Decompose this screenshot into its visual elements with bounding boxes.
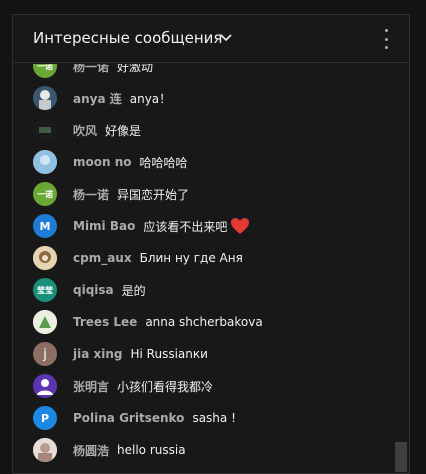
- message-text: 异国恋开始了: [117, 187, 190, 202]
- message-text: 小孩们看得我都冷: [117, 379, 214, 394]
- author-name[interactable]: 杨一诺: [73, 186, 109, 203]
- author-name[interactable]: moon no: [73, 155, 132, 169]
- author-name[interactable]: Trees Lee: [73, 315, 137, 329]
- avatar[interactable]: P: [33, 406, 57, 430]
- chat-header: Интересные сообщения: [13, 15, 409, 63]
- message-text: Блин ну где Аня: [139, 251, 243, 265]
- chat-message: Trees Lee anna shcherbakova: [33, 306, 391, 338]
- chat-message: 莹莹 qiqisa 是的: [33, 274, 391, 306]
- chat-message: 杨圆浩 hello russia: [33, 434, 391, 466]
- message-text: hello russia: [117, 443, 186, 457]
- message-text: anna shcherbakova: [145, 315, 263, 329]
- author-name[interactable]: 吹风: [73, 122, 97, 139]
- chat-message: 吹风 好像是: [33, 114, 391, 146]
- avatar[interactable]: 一诺: [33, 64, 57, 78]
- author-name[interactable]: anya 连: [73, 90, 122, 107]
- avatar[interactable]: 一诺: [33, 182, 57, 206]
- author-name[interactable]: Mimi Bao: [73, 219, 135, 233]
- avatar[interactable]: [33, 86, 57, 110]
- avatar[interactable]: [33, 150, 57, 174]
- chat-message: 一诺 杨一诺 异国恋开始了: [33, 178, 391, 210]
- chevron-down-icon[interactable]: [219, 33, 233, 43]
- message-text: 应该看不出来吧: [143, 219, 228, 234]
- author-name[interactable]: 杨一诺: [73, 64, 109, 75]
- author-name[interactable]: 杨圆浩: [73, 442, 109, 459]
- chat-message: 一诺 杨一诺 好激动: [33, 64, 391, 82]
- chat-message-list: 一诺 杨一诺 好激动 anya 连 anya！ 吹风 好像是 moon no 哈…: [13, 64, 409, 473]
- live-chat-panel: Интересные сообщения 一诺 杨一诺 好激动 anya 连 a…: [12, 14, 410, 474]
- chat-message: M Mimi Bao 应该看不出来吧: [33, 210, 391, 242]
- message-text: 哈哈哈哈: [139, 155, 188, 170]
- heart-emoji-icon: [231, 218, 250, 234]
- chat-message: j jia xing Hi Russianки: [33, 338, 391, 370]
- message-text: 好像是: [105, 123, 142, 138]
- chat-scrollbar[interactable]: [395, 64, 409, 473]
- message-text: 是的: [121, 283, 146, 298]
- author-name[interactable]: Polina Gritsenko: [73, 411, 184, 425]
- message-text: Hi Russianки: [130, 347, 208, 361]
- chat-mode-title[interactable]: Интересные сообщения: [33, 29, 222, 47]
- author-name[interactable]: qiqisa: [73, 283, 114, 297]
- chat-message: anya 连 anya！: [33, 82, 391, 114]
- avatar[interactable]: [33, 310, 57, 334]
- chat-message: moon no 哈哈哈哈: [33, 146, 391, 178]
- message-text: 好激动: [117, 64, 154, 74]
- author-name[interactable]: cpm_aux: [73, 251, 132, 265]
- avatar[interactable]: j: [33, 342, 57, 366]
- message-text: sasha !: [192, 411, 236, 425]
- more-options-icon[interactable]: [383, 29, 389, 49]
- avatar[interactable]: [33, 438, 57, 462]
- author-name[interactable]: 张明言: [73, 378, 109, 395]
- scrollbar-thumb[interactable]: [395, 442, 407, 472]
- avatar[interactable]: [33, 374, 57, 398]
- message-text: anya！: [129, 91, 172, 106]
- avatar[interactable]: 莹莹: [33, 278, 57, 302]
- avatar[interactable]: M: [33, 214, 57, 238]
- avatar[interactable]: [33, 118, 57, 142]
- chat-message: cpm_aux Блин ну где Аня: [33, 242, 391, 274]
- avatar[interactable]: [33, 246, 57, 270]
- author-name[interactable]: jia xing: [73, 347, 123, 361]
- chat-message: P Polina Gritsenko sasha !: [33, 402, 391, 434]
- chat-message: 张明言 小孩们看得我都冷: [33, 370, 391, 402]
